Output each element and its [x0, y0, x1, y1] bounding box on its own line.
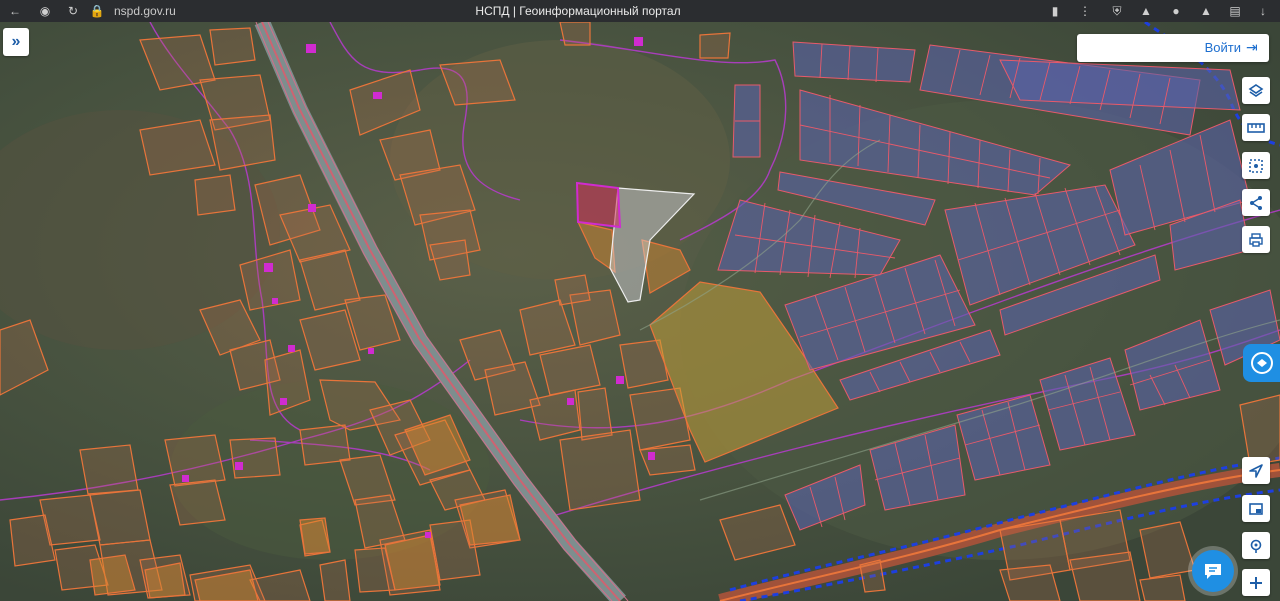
chat-icon	[1205, 564, 1221, 579]
chat-button[interactable]	[1192, 550, 1234, 592]
layers-icon	[1248, 83, 1264, 97]
place-search-icon	[1250, 539, 1262, 553]
login-button[interactable]: Войти ⇥	[1077, 34, 1269, 62]
locate-button[interactable]	[1242, 457, 1270, 484]
minimap-icon	[1249, 502, 1263, 515]
browser-toolbar: ← ◉ ↻ 🔒 nspd.gov.ru НСПД | Геоинформацио…	[0, 0, 1280, 22]
extension-icon[interactable]: ▲	[1137, 2, 1155, 20]
download-icon[interactable]: ↓	[1254, 2, 1272, 20]
login-label: Войти	[1204, 40, 1241, 55]
extension-icon[interactable]: ▲	[1197, 2, 1215, 20]
measure-button[interactable]	[1242, 114, 1270, 141]
map-canvas[interactable]	[0, 22, 1280, 601]
place-search-button[interactable]	[1242, 532, 1270, 559]
area-select-icon	[1249, 158, 1263, 173]
navigation-arrow-icon	[1249, 463, 1263, 478]
share-icon	[1250, 195, 1262, 210]
menu-icon[interactable]: ⋮	[1076, 2, 1094, 20]
printer-icon	[1249, 232, 1263, 247]
double-chevron-right-icon: »	[11, 33, 21, 50]
layers-button[interactable]	[1242, 77, 1270, 104]
shield-icon[interactable]: ⛨	[1108, 2, 1126, 20]
area-select-button[interactable]	[1242, 152, 1270, 179]
minimap-button[interactable]	[1242, 495, 1270, 522]
share-button[interactable]	[1242, 189, 1270, 216]
extension-icon[interactable]: ●	[1167, 2, 1185, 20]
map-svg[interactable]	[0, 22, 1280, 601]
page-title: НСПД | Геоинформационный портал	[475, 4, 681, 18]
feedback-icon	[1250, 352, 1273, 374]
zoom-in-button[interactable]	[1242, 569, 1270, 596]
bookmark-icon[interactable]: ▮	[1046, 2, 1064, 20]
plus-icon	[1250, 576, 1262, 589]
ruler-icon	[1247, 122, 1265, 133]
magenta-parcel[interactable]	[575, 181, 622, 229]
print-button[interactable]	[1242, 226, 1270, 253]
feedback-tab[interactable]	[1243, 344, 1280, 382]
login-arrow-icon: ⇥	[1246, 39, 1258, 55]
expand-panel-button[interactable]: »	[3, 28, 29, 56]
collections-icon[interactable]: ▤	[1226, 2, 1244, 20]
